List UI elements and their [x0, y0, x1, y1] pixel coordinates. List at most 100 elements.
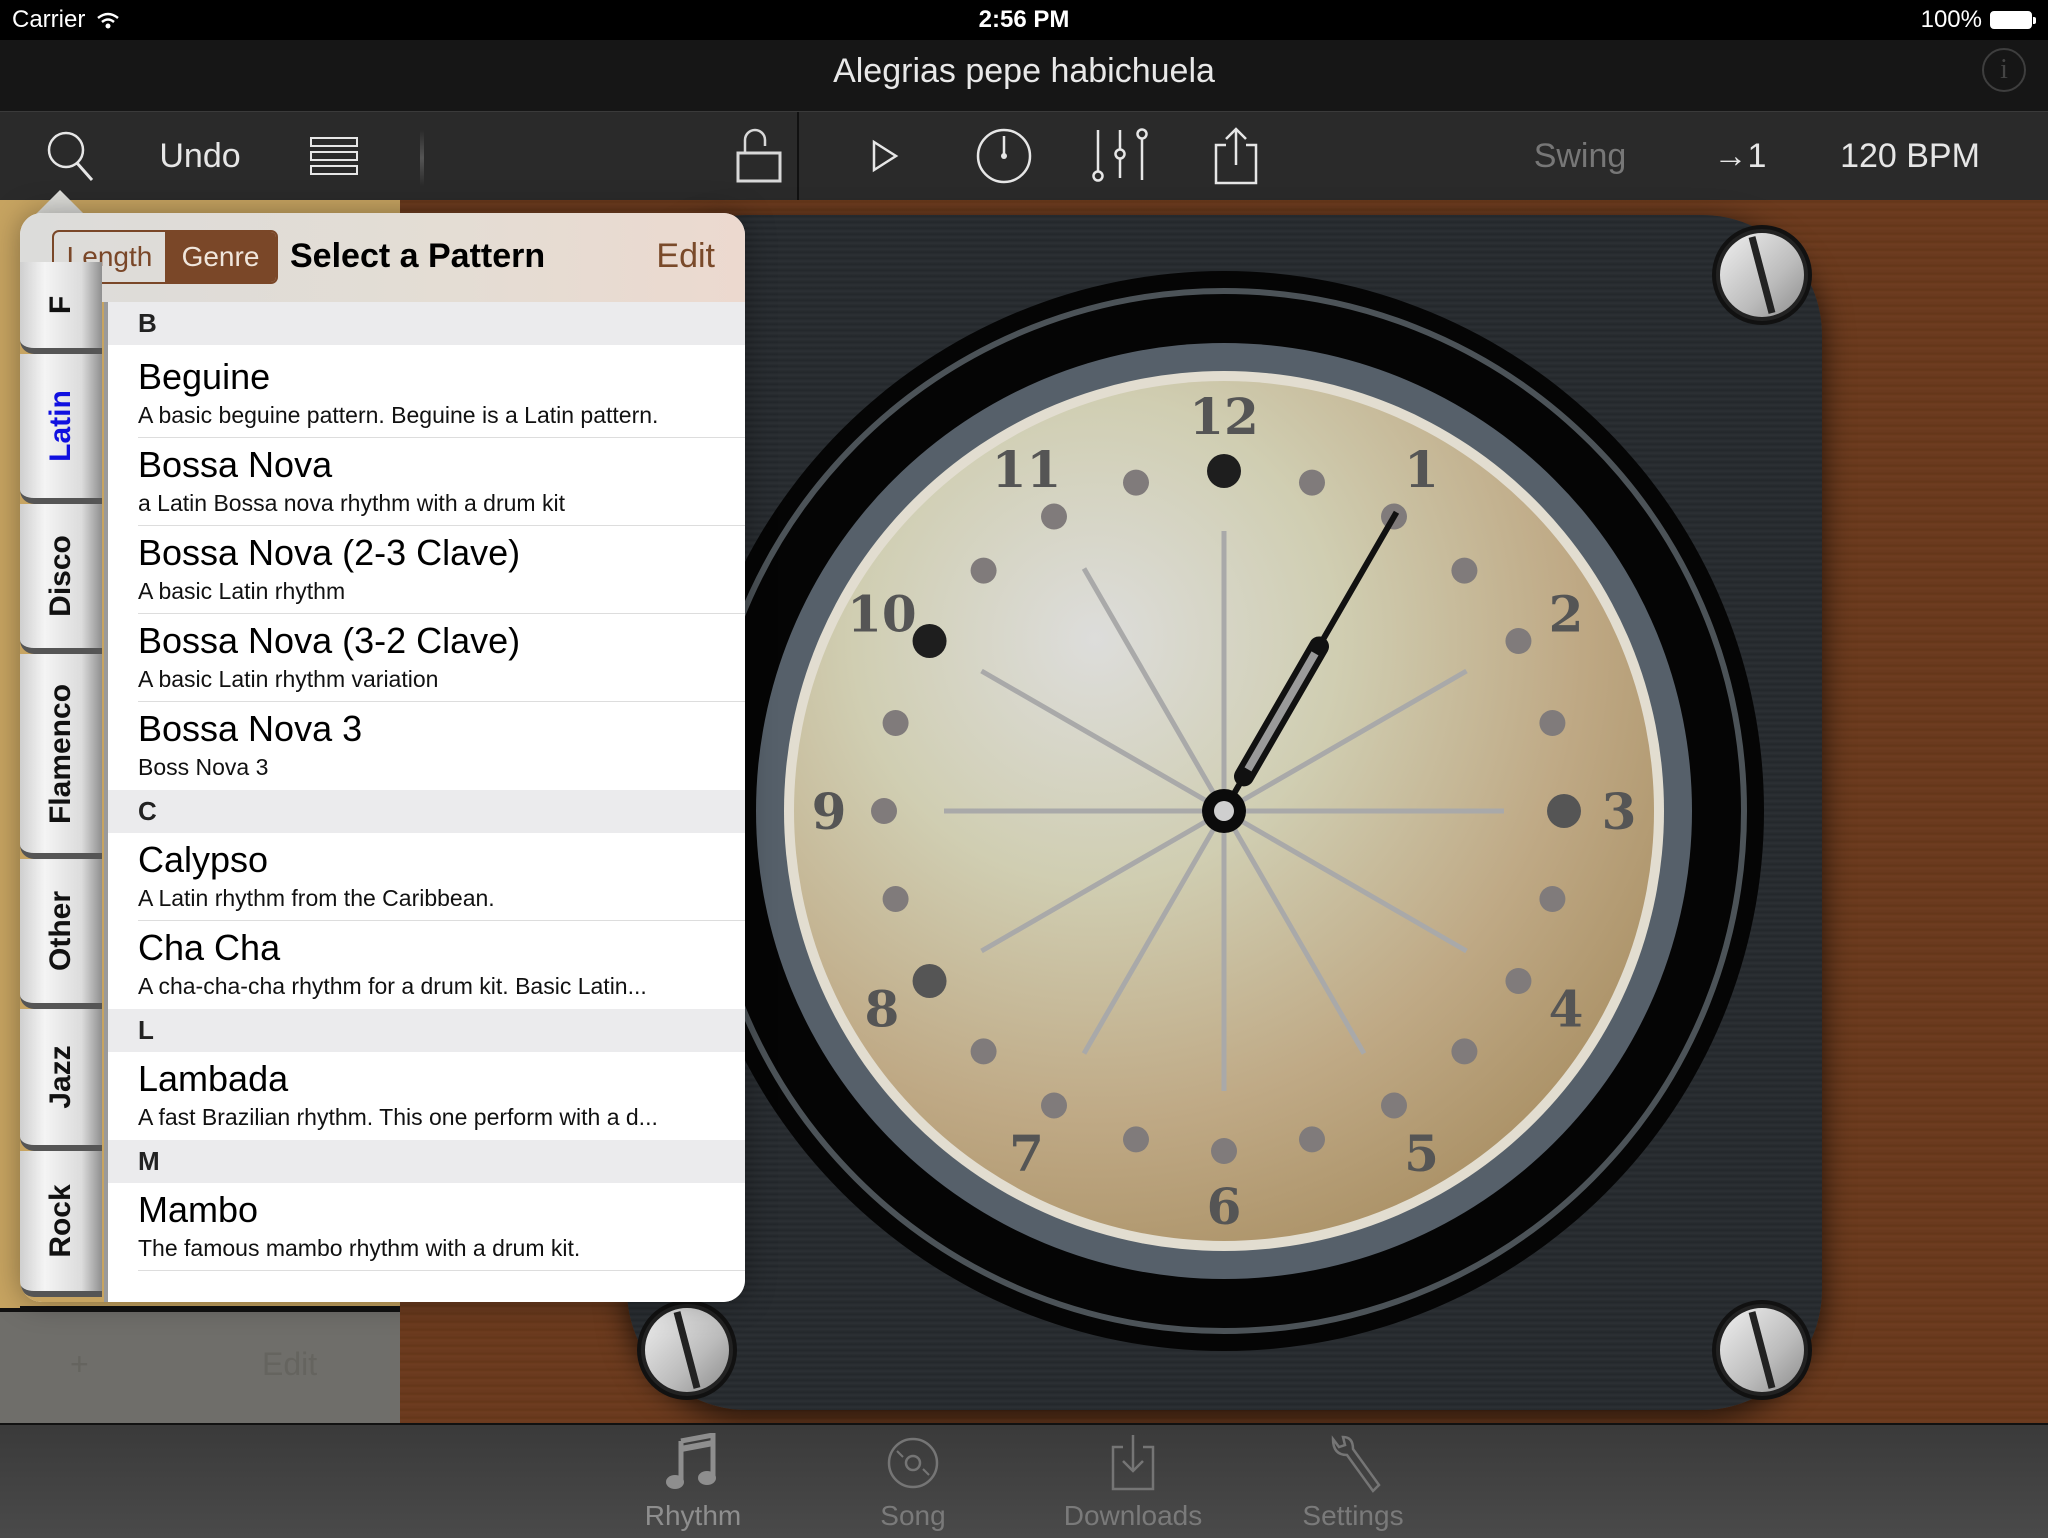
undo-button[interactable]: Undo [150, 112, 250, 200]
share-button[interactable] [1206, 112, 1266, 200]
battery-percent: 100% [1920, 6, 1982, 33]
genre-tab-f[interactable]: F [20, 262, 102, 354]
mixer-button[interactable] [1088, 112, 1152, 200]
pattern-row[interactable]: Lambada A fast Brazilian rhythm. This on… [108, 1052, 745, 1140]
beat-dot [1451, 1038, 1478, 1065]
dial-numeral: 2 [1549, 585, 1584, 644]
count-in-button[interactable]: →1 [1690, 112, 1790, 200]
pattern-list[interactable]: A basic samba clave. B Beguine A basic b… [104, 302, 745, 1302]
segment-genre[interactable]: Genre [165, 232, 276, 282]
beat-dot [1381, 1092, 1407, 1119]
pattern-description: A Latin rhythm from the Caribbean. [138, 885, 495, 911]
popover-edit-button[interactable]: Edit [656, 237, 715, 276]
search-icon [47, 131, 94, 181]
unlock-icon [736, 128, 782, 183]
dial-numeral: 9 [812, 782, 847, 841]
list-button[interactable] [300, 112, 368, 200]
popover-title: Select a Pattern [290, 237, 546, 275]
beat-dot [1451, 557, 1478, 584]
pattern-row[interactable]: Beguine A basic beguine pattern. Beguine… [108, 350, 745, 438]
genre-tab-disco[interactable]: Disco [20, 504, 102, 654]
beat-dot [882, 885, 909, 912]
pattern-title: Alegrias pepe habichuela [833, 52, 1215, 90]
pattern-description: A basic beguine pattern. Beguine is a La… [138, 402, 659, 428]
pattern-row[interactable]: Bossa Nova a Latin Bossa nova rhythm wit… [108, 438, 745, 526]
section-letter: L [138, 1015, 154, 1045]
genre-tab-label: Rock [44, 1184, 77, 1258]
beat-dot [1505, 628, 1532, 654]
search-button[interactable] [40, 112, 100, 200]
genre-tab-other[interactable]: Other [20, 859, 102, 1009]
pattern-title: Calypso [138, 839, 269, 880]
genre-tab-label: Latin [44, 390, 77, 462]
beat-dot [882, 710, 909, 737]
beat-dot [1041, 1092, 1067, 1119]
beat-dot [970, 1038, 997, 1065]
beat-dot [871, 798, 897, 824]
genre-tab-latin[interactable]: Latin [20, 354, 102, 504]
add-button[interactable]: + [70, 1346, 89, 1383]
pattern-title: Cha Cha [138, 927, 281, 968]
tab-rhythm[interactable]: Rhythm [603, 1431, 783, 1532]
left-edit-button[interactable]: Edit [262, 1346, 317, 1383]
battery: 100% [1920, 6, 2036, 34]
dial-numeral: 1 [1404, 440, 1439, 499]
genre-tab-jazz[interactable]: Jazz [20, 1009, 102, 1151]
pattern-description: A basic Latin rhythm [138, 578, 346, 604]
pattern-row[interactable]: Cha Cha A cha-cha-cha rhythm for a drum … [108, 921, 745, 1009]
tab-label: Rhythm [644, 1500, 742, 1531]
genre-tab-label: Other [44, 890, 77, 972]
metronome-dial[interactable]: 121234567891011 [627, 215, 1822, 1410]
play-button[interactable] [860, 112, 910, 200]
tab-label: Song [880, 1500, 946, 1531]
beat-dot [1539, 710, 1566, 737]
metronome-clock-icon [976, 128, 1032, 184]
nav-bar: Alegrias pepe habichuela i [0, 40, 2048, 112]
dial-numeral: 7 [1009, 1124, 1044, 1183]
pattern-row[interactable]: Calypso A Latin rhythm from the Caribbea… [108, 833, 745, 921]
dial-numeral: 10 [847, 585, 917, 644]
hand-pivot-cap [1214, 801, 1234, 821]
genre-tab-label: Jazz [44, 1045, 77, 1109]
genre-tab-label: Flamenco [44, 683, 77, 824]
tempo-bpm-button[interactable]: 120 BPM [1820, 112, 2000, 200]
lock-button[interactable] [730, 112, 790, 200]
pattern-title: Beguine [138, 356, 271, 397]
pattern-title: Bossa Nova 3 [138, 708, 363, 749]
genre-tab-flamenco[interactable]: Flamenco [20, 654, 102, 859]
beat-dot [1123, 469, 1150, 496]
pattern-row[interactable]: Bossa Nova 3 Boss Nova 3 [108, 702, 745, 790]
pattern-row[interactable]: Bossa Nova (2-3 Clave) A basic Latin rhy… [108, 526, 745, 614]
pattern-title: Bossa Nova (3-2 Clave) [138, 620, 521, 661]
tab-downloads[interactable]: Downloads [1043, 1433, 1223, 1532]
beat-dot [1041, 503, 1067, 530]
mixer-sliders-icon [1092, 128, 1148, 182]
pattern-title: Bossa Nova [138, 444, 333, 485]
pattern-description: a Latin Bossa nova rhythm with a drum ki… [138, 490, 565, 516]
row-separator [138, 1270, 745, 1271]
genre-tab-rock[interactable]: Rock [20, 1151, 102, 1297]
pattern-popover: Length Genre Select a Pattern Edit F Lat… [20, 213, 745, 1302]
tab-settings[interactable]: Settings [1263, 1433, 1443, 1532]
pattern-row[interactable]: Mambo The famous mambo rhythm with a dru… [108, 1183, 745, 1271]
pattern-row[interactable]: Bossa Nova (3-2 Clave) A basic Latin rhy… [108, 614, 745, 702]
swing-button[interactable]: Swing [1510, 112, 1650, 200]
popover-header: Length Genre Select a Pattern Edit [20, 213, 745, 303]
battery-icon [1990, 11, 2036, 29]
tab-song[interactable]: Song [823, 1433, 1003, 1532]
info-icon[interactable]: i [1982, 48, 2026, 92]
pattern-title: Mambo [138, 1189, 259, 1230]
left-pane-divider [20, 1306, 400, 1308]
beat-dot [1539, 885, 1566, 912]
section-letter: C [138, 796, 157, 826]
beat-dot [1207, 454, 1241, 488]
section-header: M [108, 1140, 745, 1183]
beat-dot [1505, 968, 1532, 994]
play-icon [872, 139, 899, 173]
genre-tab-label: F [44, 295, 77, 315]
section-header: C [108, 790, 745, 833]
beat-dot [912, 624, 947, 658]
dial-numeral: 3 [1602, 782, 1637, 841]
disc-icon [887, 1437, 939, 1489]
tempo-button[interactable] [972, 112, 1036, 200]
